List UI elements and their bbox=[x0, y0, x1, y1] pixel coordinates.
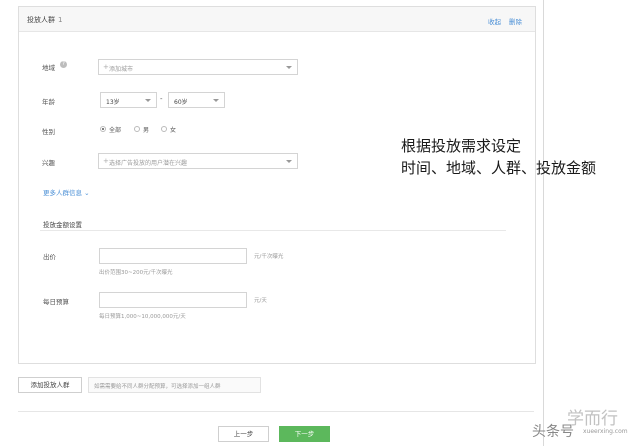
add-audience-button[interactable]: 添加投放人群 bbox=[18, 377, 82, 393]
gender-option-female: 女 bbox=[170, 127, 177, 134]
gender-option-all: 全部 bbox=[109, 127, 122, 134]
bid-hint: 出价范围30~200元/千次曝光 bbox=[99, 270, 173, 276]
collapse-link[interactable]: 收起 bbox=[488, 16, 501, 26]
age-separator: - bbox=[160, 95, 163, 103]
chevron-down-icon bbox=[286, 160, 292, 163]
budget-section-title: 投放金额设置 bbox=[43, 221, 82, 229]
interest-placeholder: 选择广告投放的用户潜在兴趣 bbox=[109, 160, 188, 167]
daily-budget-label: 每日预算 bbox=[43, 298, 69, 306]
delete-link[interactable]: 删除 bbox=[509, 16, 522, 26]
page-right-border bbox=[543, 0, 544, 446]
more-audience-info-label: 更多人群信息 bbox=[43, 189, 82, 197]
daily-budget-unit: 元/天 bbox=[254, 298, 267, 304]
audience-count: 1 bbox=[58, 16, 63, 24]
gender-radio-all[interactable] bbox=[100, 126, 106, 132]
chevron-down-icon: ⌄ bbox=[84, 189, 90, 197]
annotation-line-1: 根据投放需求设定 bbox=[401, 137, 522, 155]
interest-select[interactable]: + 选择广告投放的用户潜在兴趣 bbox=[98, 153, 298, 169]
age-label: 年龄 bbox=[42, 98, 55, 106]
bid-label: 出价 bbox=[43, 253, 56, 261]
annotation-line-2: 时间、地域、人群、投放金额 bbox=[401, 159, 597, 177]
bid-unit: 元/千次曝光 bbox=[254, 254, 284, 260]
watermark-url: xueerxing.com bbox=[583, 428, 628, 435]
age-to-value: 60岁 bbox=[174, 99, 188, 106]
more-audience-info-link[interactable]: 更多人群信息 ⌄ bbox=[43, 187, 90, 197]
plus-icon: + bbox=[103, 63, 109, 71]
chevron-down-icon bbox=[213, 99, 219, 102]
daily-budget-input[interactable] bbox=[99, 292, 247, 308]
region-placeholder: 添加城市 bbox=[109, 66, 134, 73]
age-from-select[interactable]: 13岁 bbox=[100, 92, 157, 108]
age-from-value: 13岁 bbox=[106, 99, 120, 106]
chevron-down-icon bbox=[145, 99, 151, 102]
age-to-select[interactable]: 60岁 bbox=[168, 92, 225, 108]
gender-radio-female[interactable] bbox=[161, 126, 167, 132]
plus-icon: + bbox=[103, 157, 109, 165]
gender-label: 性别 bbox=[42, 128, 55, 136]
section-divider bbox=[40, 230, 506, 231]
interest-label: 兴趣 bbox=[42, 159, 55, 167]
add-audience-hint: 如需需要给不同人群分配预算，可选择添加一组人群 bbox=[94, 384, 221, 390]
audience-card-title: 投放人群 1 bbox=[27, 15, 62, 25]
audience-card-title-text: 投放人群 bbox=[27, 16, 55, 24]
question-circle-icon[interactable]: ? bbox=[60, 61, 67, 68]
next-step-button[interactable]: 下一步 bbox=[279, 426, 330, 442]
add-audience-hint-box: 如需需要给不同人群分配预算，可选择添加一组人群 bbox=[88, 377, 261, 393]
chevron-down-icon bbox=[286, 66, 292, 69]
daily-budget-hint: 每日预算1,000~10,000,000元/天 bbox=[99, 314, 186, 320]
region-select[interactable]: + 添加城市 bbox=[98, 59, 298, 75]
gender-option-male: 男 bbox=[143, 127, 150, 134]
gender-radio-male[interactable] bbox=[134, 126, 140, 132]
region-label: 地域 bbox=[42, 64, 55, 72]
prev-step-button[interactable]: 上一步 bbox=[218, 426, 269, 442]
footer-divider bbox=[18, 411, 534, 412]
watermark-xueerxing: 学而行 bbox=[567, 409, 618, 429]
bid-input[interactable] bbox=[99, 248, 247, 264]
audience-card-header: 投放人群 1 收起 删除 bbox=[19, 7, 535, 32]
